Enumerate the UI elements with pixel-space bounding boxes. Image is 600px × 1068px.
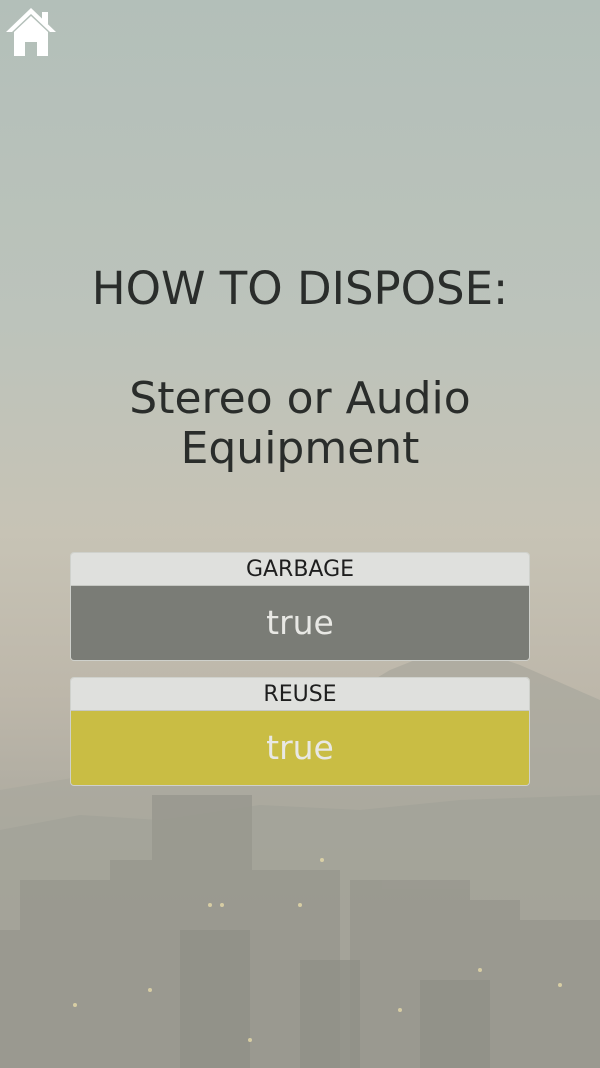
home-icon [6, 8, 56, 56]
home-button[interactable] [4, 4, 58, 58]
reuse-card: REUSE true [70, 677, 530, 786]
reuse-value: true [71, 711, 529, 785]
item-name: Stereo or Audio Equipment [129, 373, 471, 474]
page-title: HOW TO DISPOSE: [91, 262, 509, 315]
garbage-label: GARBAGE [71, 553, 529, 586]
garbage-card: GARBAGE true [70, 552, 530, 661]
reuse-label: REUSE [71, 678, 529, 711]
garbage-value: true [71, 586, 529, 660]
skyline-illustration [0, 648, 600, 1068]
city-skyline-background [0, 0, 600, 1068]
